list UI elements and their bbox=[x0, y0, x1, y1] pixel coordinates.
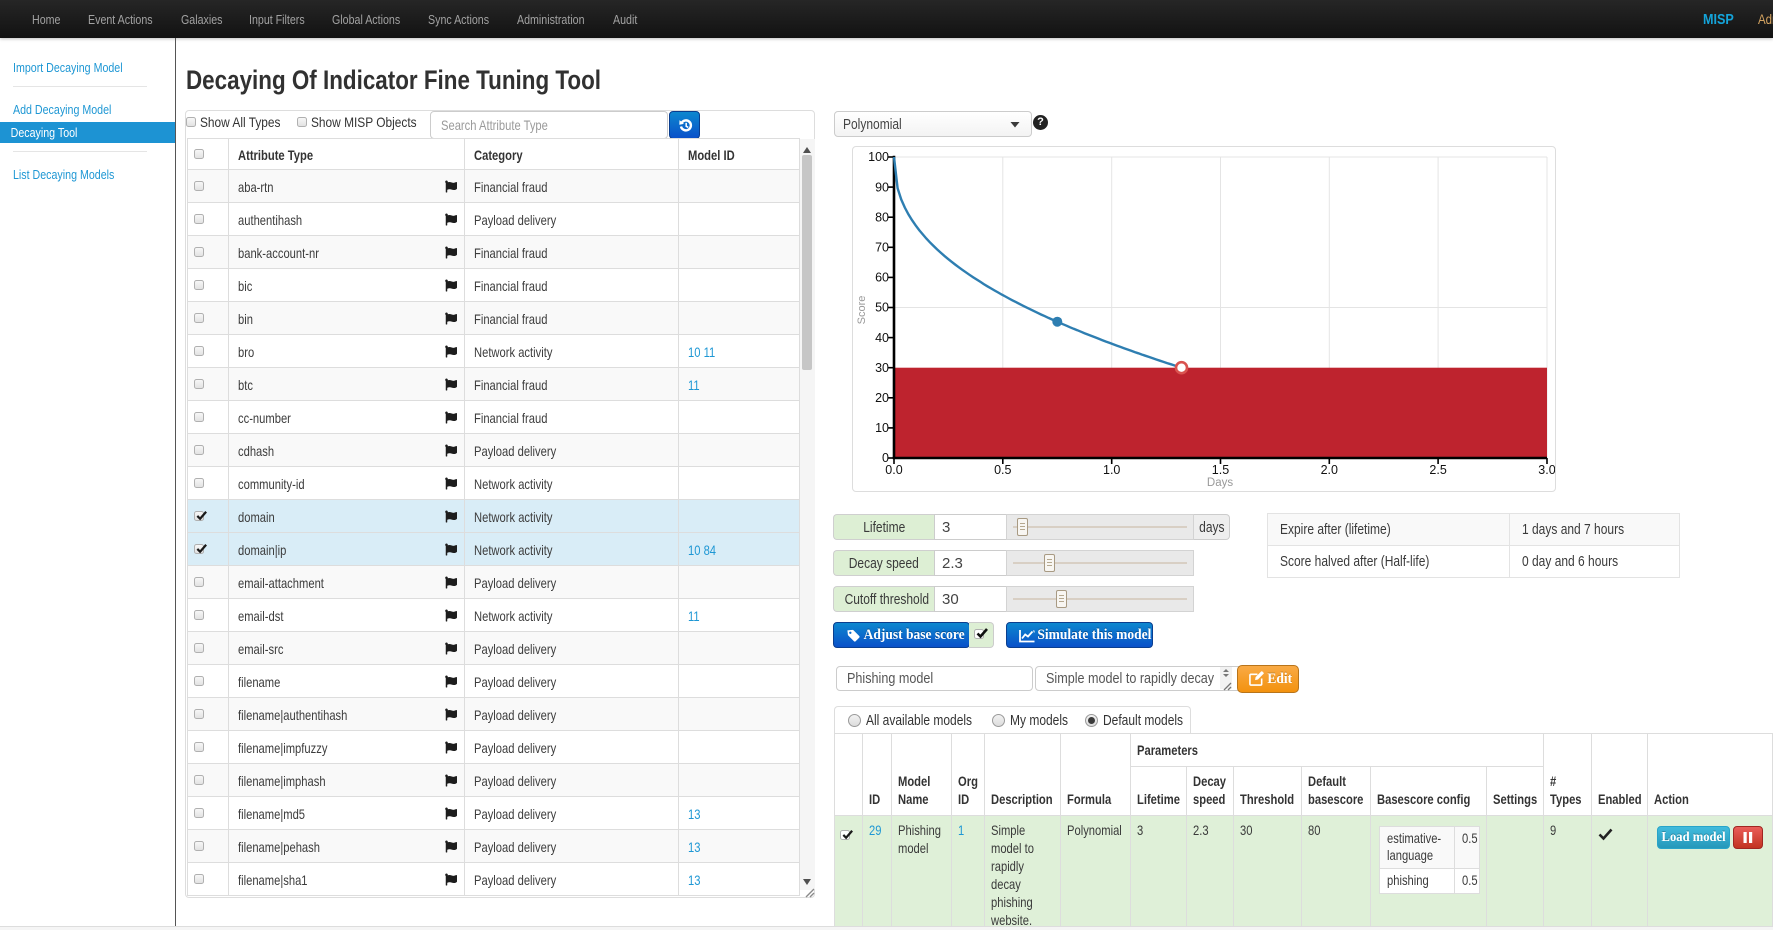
svg-text:Score: Score bbox=[856, 296, 868, 325]
svg-text:100: 100 bbox=[868, 150, 889, 164]
svg-text:0.0: 0.0 bbox=[885, 463, 902, 477]
svg-text:30: 30 bbox=[875, 361, 889, 375]
svg-text:2.5: 2.5 bbox=[1429, 463, 1446, 477]
svg-text:60: 60 bbox=[875, 271, 889, 285]
svg-text:3.0: 3.0 bbox=[1538, 463, 1555, 477]
svg-text:1.0: 1.0 bbox=[1103, 463, 1120, 477]
svg-text:20: 20 bbox=[875, 391, 889, 405]
svg-text:70: 70 bbox=[875, 241, 889, 255]
svg-text:80: 80 bbox=[875, 210, 889, 224]
svg-text:0.5: 0.5 bbox=[994, 463, 1011, 477]
svg-text:Days: Days bbox=[1207, 477, 1233, 489]
svg-text:40: 40 bbox=[875, 331, 889, 345]
svg-text:2.0: 2.0 bbox=[1321, 463, 1338, 477]
svg-text:1.5: 1.5 bbox=[1212, 463, 1229, 477]
svg-text:50: 50 bbox=[875, 301, 889, 315]
svg-text:10: 10 bbox=[875, 421, 889, 435]
svg-text:90: 90 bbox=[875, 180, 889, 194]
